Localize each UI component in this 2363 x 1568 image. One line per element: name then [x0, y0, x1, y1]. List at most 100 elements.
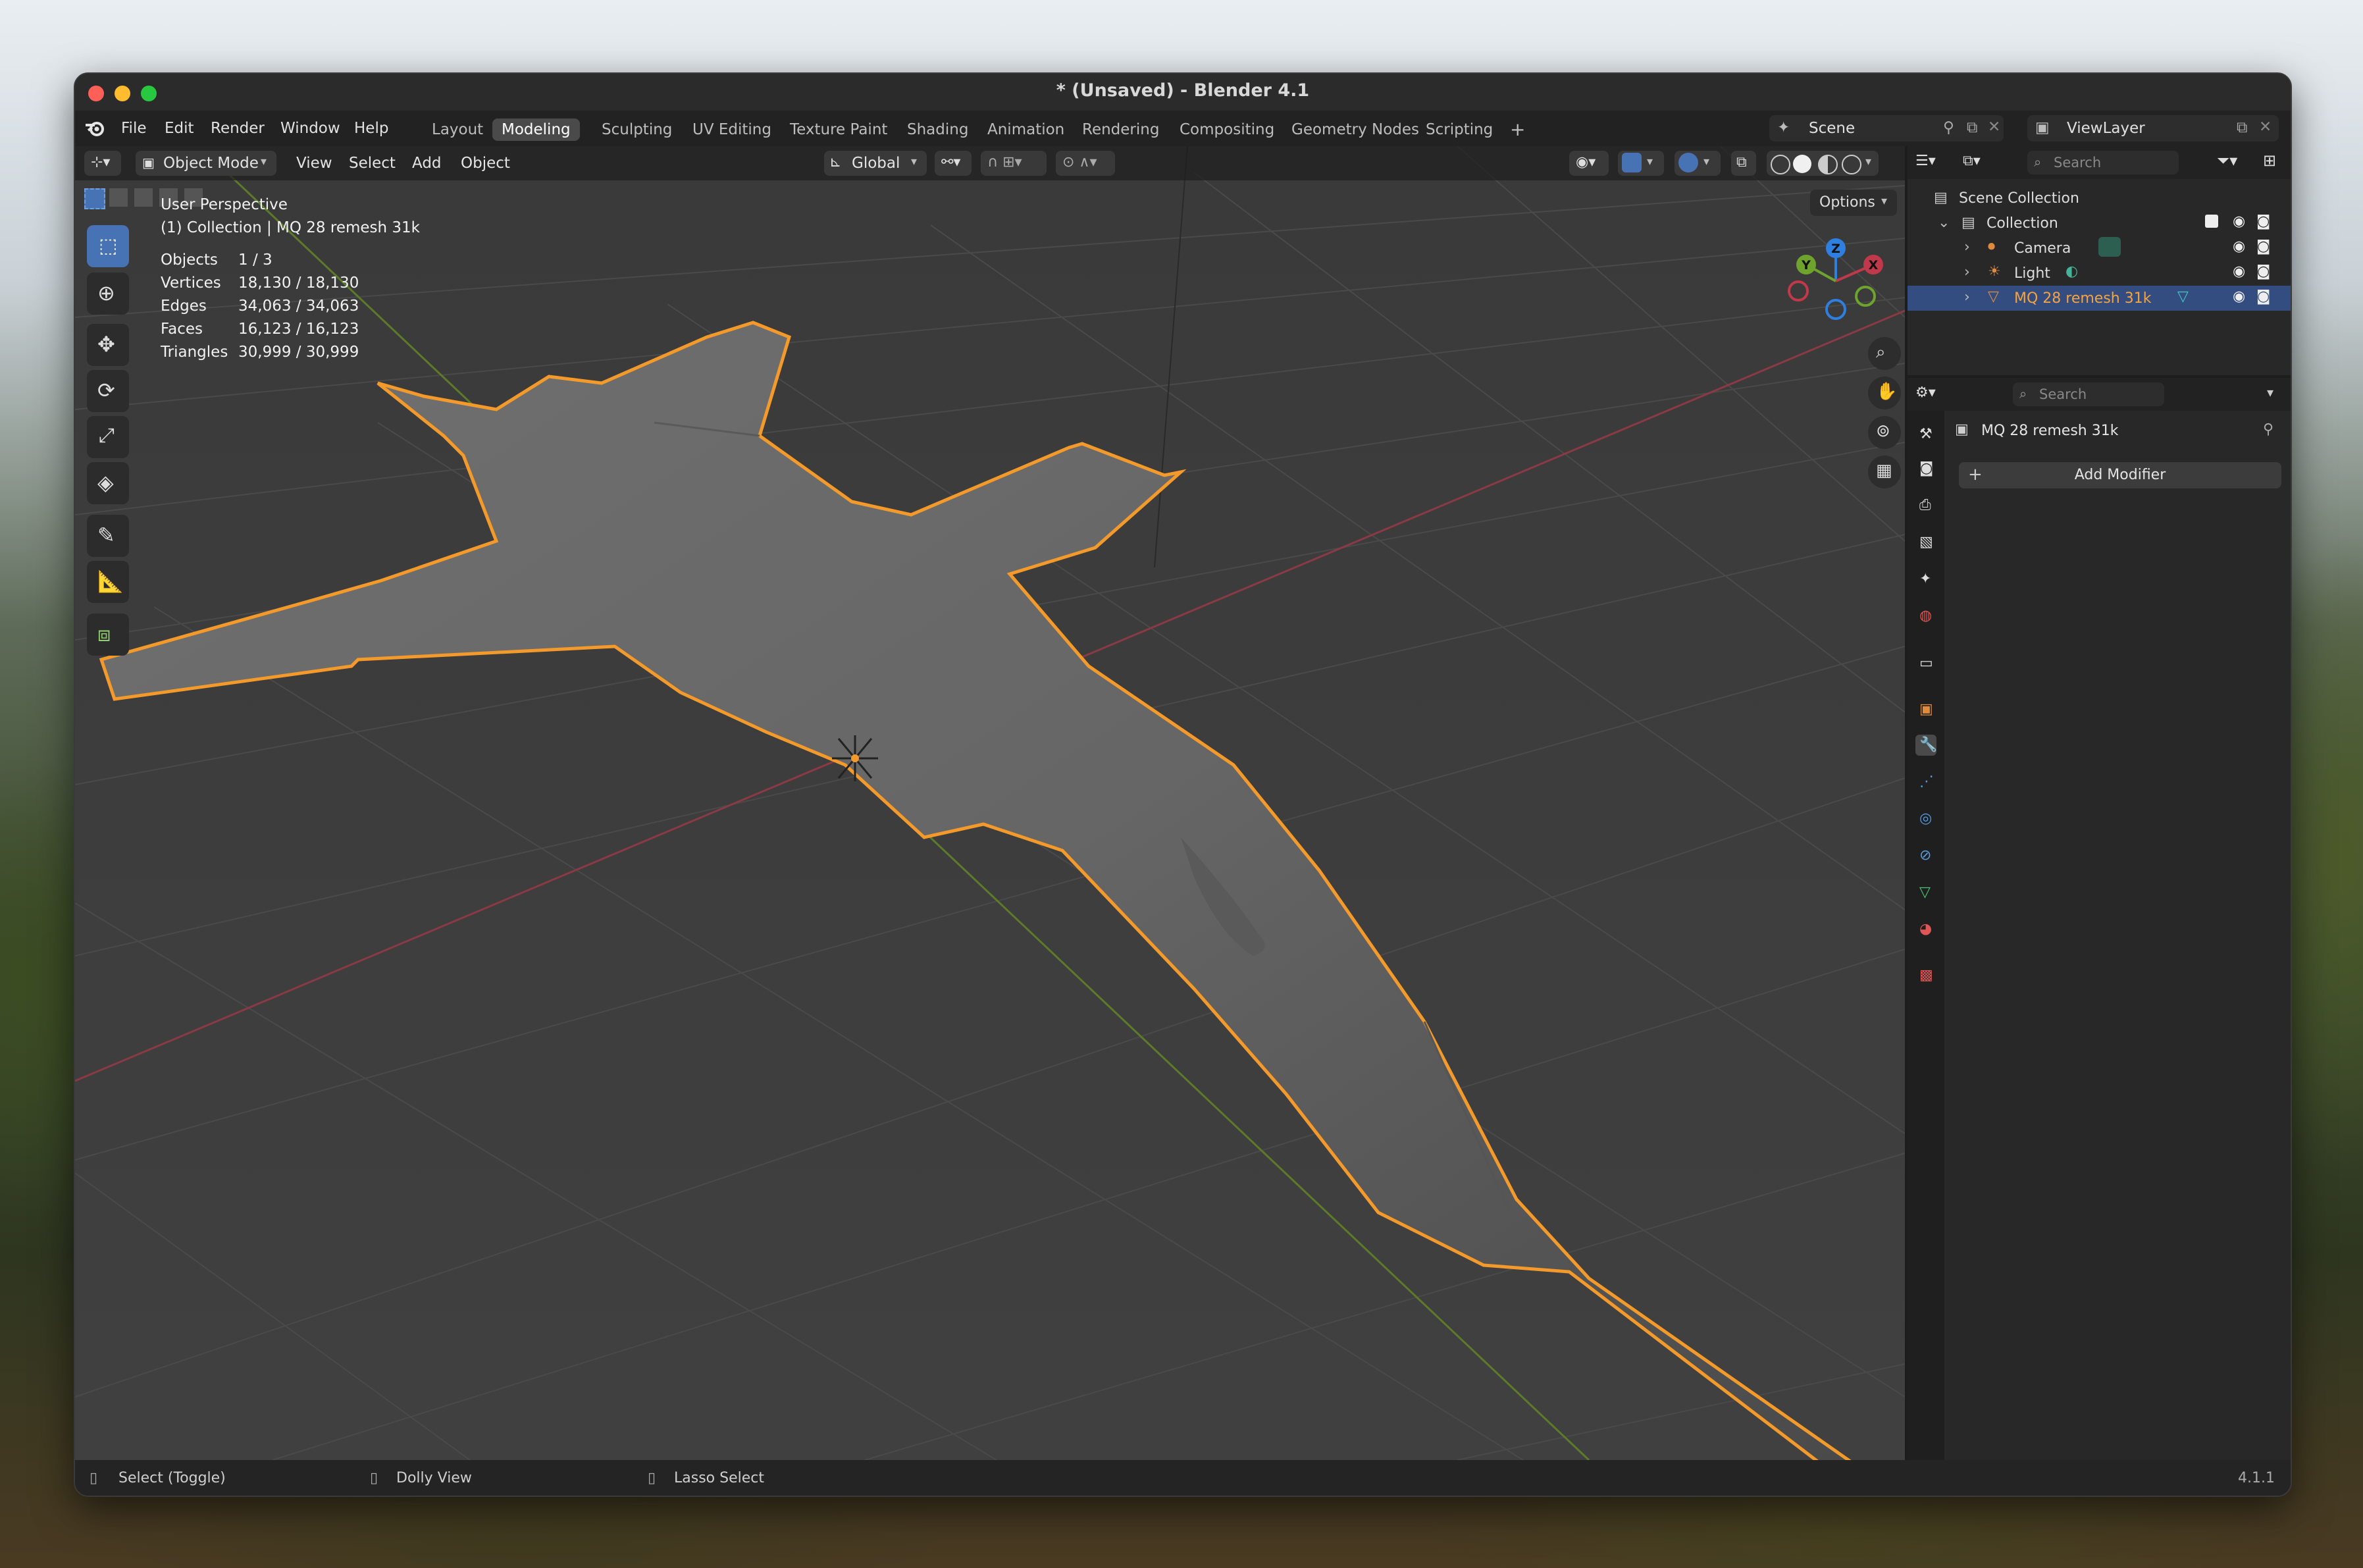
tab-compositing[interactable]: Compositing [1170, 118, 1284, 141]
outliner-row-mesh[interactable]: › ▽ MQ 28 remesh 31k ▽ ◉ ◙ [1908, 286, 2291, 311]
cursor-tool[interactable]: ⊕ [87, 273, 129, 315]
menu-edit[interactable]: Edit [165, 120, 194, 137]
pan-view-button[interactable]: ✋ [1868, 377, 1901, 409]
delete-scene-icon[interactable]: ✕ [1988, 118, 2000, 136]
add-cube-tool[interactable]: ⧈ [87, 614, 129, 656]
eye-icon[interactable]: ◉ [2233, 213, 2245, 230]
scale-tool[interactable]: ⤢ [87, 416, 129, 458]
tab-data[interactable]: ▽ [1915, 882, 1936, 903]
tab-particles[interactable]: ⋰ [1915, 771, 1936, 793]
outliner-editor-icon[interactable]: ☰▾ [1915, 153, 1936, 169]
zoom-view-button[interactable]: ⌕ [1868, 337, 1901, 370]
perspective-toggle-button[interactable]: ▦ [1868, 456, 1901, 488]
eye-icon[interactable]: ◉ [2233, 238, 2245, 255]
properties-editor-icon[interactable]: ⚙▾ [1915, 384, 1936, 401]
tab-constraints[interactable]: ⊘ [1915, 845, 1936, 866]
transform-orientation-dropdown[interactable]: ⊾ Global ▾ [824, 151, 927, 176]
options-dropdown[interactable]: Options ▾ [1810, 190, 1897, 216]
move-tool[interactable]: ✥ [87, 324, 129, 366]
tab-world[interactable]: ◍ [1915, 606, 1936, 627]
tab-modifiers[interactable]: 🔧 [1915, 735, 1937, 756]
select-new-icon[interactable] [84, 188, 105, 209]
solid-shading-icon[interactable] [1793, 155, 1811, 173]
eye-icon[interactable]: ◉ [2233, 288, 2245, 305]
rendered-shading-icon[interactable] [1842, 155, 1861, 174]
proportional-editing-button[interactable]: ⊙ ∧▾ [1056, 151, 1115, 176]
select-box-tool[interactable]: ⬚ [87, 225, 129, 267]
annotate-tool[interactable]: ✎ [87, 515, 129, 557]
tab-rendering[interactable]: Rendering [1073, 118, 1168, 141]
tab-physics[interactable]: ◎ [1915, 808, 1936, 829]
new-collection-icon[interactable]: ⊞ [2263, 151, 2276, 170]
measure-tool[interactable]: 📐 [87, 561, 129, 603]
tab-animation[interactable]: Animation [978, 118, 1074, 141]
pivot-point-button[interactable]: ⚯▾ [935, 151, 972, 176]
scene-selector[interactable]: ✦ Scene ⚲ ⧉ ✕ [1769, 115, 2004, 142]
chevron-right-icon[interactable]: › [1964, 239, 1970, 255]
navigation-gizmo[interactable]: Z X Y [1786, 232, 1885, 330]
menu-file[interactable]: File [121, 120, 147, 137]
tab-render[interactable]: ◙ [1915, 458, 1936, 479]
outliner-row-camera[interactable]: › ⏺ Camera ◉ ◙ [1908, 236, 2291, 261]
camera-view-button[interactable]: ⊚ [1868, 416, 1901, 449]
menu-add[interactable]: Add [412, 155, 442, 172]
checkbox-icon[interactable] [2205, 215, 2218, 228]
tab-object[interactable]: ▣ [1915, 699, 1936, 720]
camera-render-icon[interactable]: ◙ [2256, 238, 2270, 255]
outliner-row-light[interactable]: › ☀ Light ◐ ◉ ◙ [1908, 261, 2291, 286]
editor-type-button[interactable]: ⊹▾ [84, 151, 121, 176]
delete-view-layer-icon[interactable]: ✕ [2259, 118, 2272, 136]
new-view-layer-icon[interactable]: ⧉ [2237, 119, 2247, 136]
pin-icon[interactable]: ⚲ [2263, 421, 2273, 438]
pin-icon[interactable]: ⚲ [1943, 119, 1954, 136]
xray-toggle[interactable]: ⧉ [1731, 151, 1756, 176]
select-extend-icon[interactable] [109, 188, 128, 207]
tab-texture[interactable]: ▩ [1915, 965, 1936, 986]
menu-select[interactable]: Select [349, 155, 396, 172]
menu-render[interactable]: Render [211, 120, 265, 137]
chevron-down-icon[interactable]: ⌄ [1938, 215, 1950, 231]
blender-logo-icon[interactable] [84, 118, 107, 138]
tab-view-layer[interactable]: ▧ [1915, 532, 1936, 553]
tab-scripting[interactable]: Scripting [1416, 118, 1502, 141]
tab-material[interactable]: ◕ [1915, 919, 1936, 940]
outliner-search[interactable]: ⌕ Search [2027, 151, 2179, 174]
tab-modeling[interactable]: Modeling [492, 118, 580, 141]
tab-sculpting[interactable]: Sculpting [592, 118, 681, 141]
new-scene-icon[interactable]: ⧉ [1967, 119, 1977, 136]
eye-icon[interactable]: ◉ [2233, 263, 2245, 280]
material-shading-icon[interactable] [1818, 155, 1838, 174]
overlays-toggle[interactable]: ▾ [1675, 151, 1721, 176]
display-mode-icon[interactable]: ⧉▾ [1963, 153, 1981, 169]
tab-scene[interactable]: ✦ [1915, 569, 1936, 590]
properties-search[interactable]: ⌕ Search [2013, 382, 2164, 406]
menu-object[interactable]: Object [461, 155, 510, 172]
tab-geometry-nodes[interactable]: Geometry Nodes [1282, 118, 1428, 141]
camera-render-icon[interactable]: ◙ [2256, 213, 2270, 230]
tab-collection[interactable]: ▭ [1915, 653, 1936, 674]
outliner-row-collection[interactable]: ⌄ ▤ Collection ◉ ◙ [1908, 211, 2291, 236]
tab-uv-editing[interactable]: UV Editing [683, 118, 781, 141]
chevron-right-icon[interactable]: › [1964, 289, 1970, 305]
3d-viewport[interactable]: ⊹▾ ▣ Object Mode ▾ View Select Add Objec… [75, 146, 1905, 1460]
chevron-down-icon[interactable]: ▾ [2267, 384, 2273, 400]
add-modifier-button[interactable]: + Add Modifier [1959, 462, 2281, 488]
tab-layout[interactable]: Layout [423, 118, 492, 141]
rotate-tool[interactable]: ⟳ [87, 370, 129, 412]
filter-icon[interactable]: ⏷▾ [2217, 151, 2237, 170]
shading-mode-buttons[interactable]: ▾ [1767, 151, 1879, 176]
snapping-button[interactable]: ∩ ⊞▾ [981, 151, 1047, 176]
wireframe-shading-icon[interactable] [1771, 155, 1790, 174]
visibility-dropdown[interactable]: ◉▾ [1569, 151, 1609, 176]
add-workspace-icon[interactable]: + [1501, 116, 1534, 143]
transform-tool[interactable]: ◈ [87, 462, 129, 504]
outliner-row-scene-collection[interactable]: ▤ Scene Collection [1908, 186, 2291, 211]
menu-view[interactable]: View [296, 155, 332, 172]
mode-dropdown[interactable]: ▣ Object Mode ▾ [136, 151, 276, 176]
tab-texture-paint[interactable]: Texture Paint [781, 118, 896, 141]
menu-help[interactable]: Help [354, 120, 388, 137]
camera-render-icon[interactable]: ◙ [2256, 288, 2270, 305]
gizmo-toggle[interactable]: ▾ [1618, 151, 1664, 176]
select-subtract-icon[interactable] [134, 188, 153, 207]
camera-render-icon[interactable]: ◙ [2256, 263, 2270, 280]
